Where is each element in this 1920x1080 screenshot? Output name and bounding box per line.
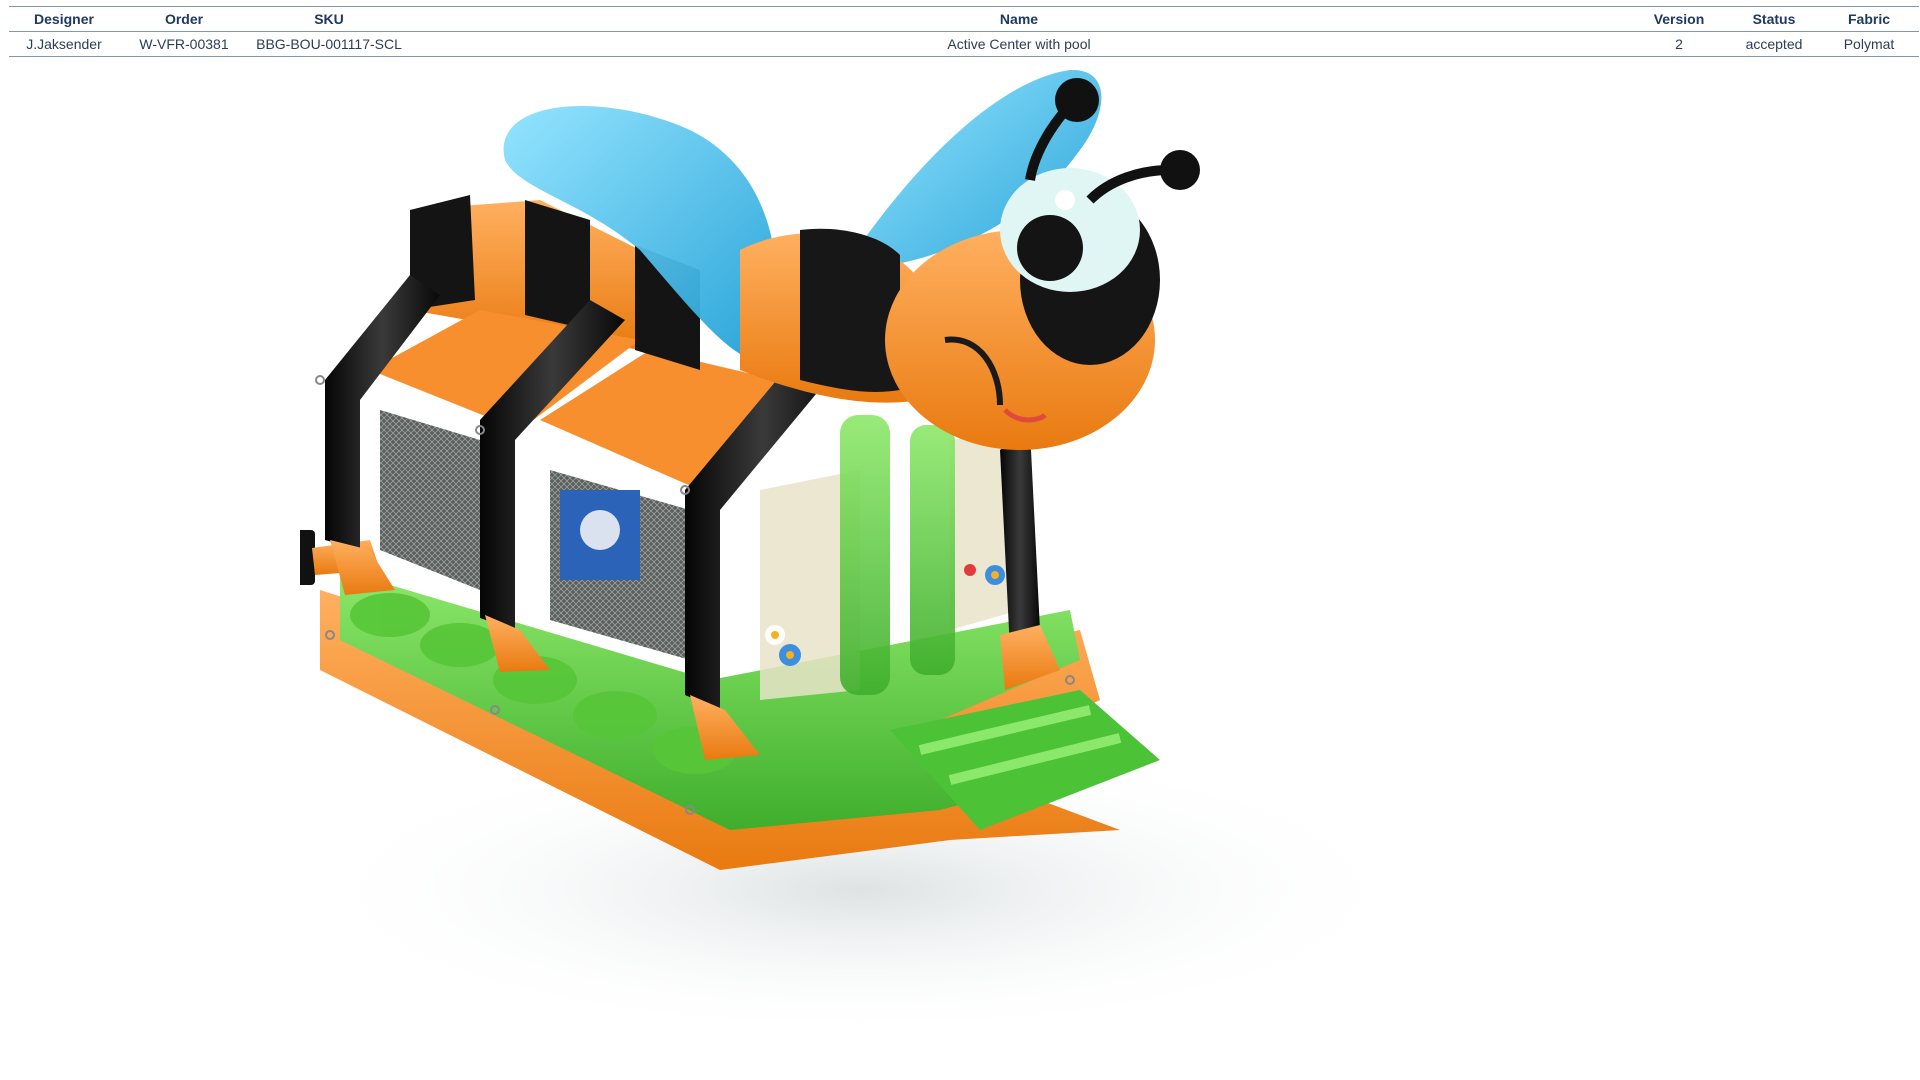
- header-designer: Designer: [9, 6, 119, 32]
- bee-antenna-2-tip: [1160, 150, 1200, 190]
- product-render-image: [300, 70, 1520, 1070]
- cell-version: 2: [1629, 31, 1729, 57]
- cell-designer: J.Jaksender: [9, 31, 119, 57]
- cell-sku: BBG-BOU-001117-SCL: [249, 31, 409, 57]
- green-column-1: [840, 415, 890, 695]
- cell-name: Active Center with pool: [409, 31, 1629, 57]
- arch-tube-4: [1000, 430, 1040, 650]
- mesh-wall-left: [380, 410, 480, 590]
- blower-box: [300, 530, 315, 585]
- spec-table: Designer Order SKU Name Version Status F…: [9, 6, 1919, 57]
- header-status: Status: [1729, 6, 1819, 32]
- header-fabric: Fabric: [1819, 6, 1919, 32]
- table-row: J.Jaksender W-VFR-00381 BBG-BOU-001117-S…: [9, 31, 1919, 57]
- cell-fabric: Polymat: [1819, 31, 1919, 57]
- bee-thorax-stripe: [800, 228, 900, 392]
- product-sheet: Designer Order SKU Name Version Status F…: [0, 0, 1920, 1080]
- header-name: Name: [409, 6, 1629, 32]
- cell-order: W-VFR-00381: [119, 31, 249, 57]
- header-sku: SKU: [249, 6, 409, 32]
- bee-bouncer-illustration: [300, 70, 1420, 1040]
- header-order: Order: [119, 6, 249, 32]
- spec-table-header-row: Designer Order SKU Name Version Status F…: [9, 6, 1919, 32]
- inner-obstacle-hole: [580, 510, 620, 550]
- roof-stripe-2: [525, 200, 590, 330]
- bee-eye-pupil: [1017, 215, 1083, 281]
- bee-antenna-1-tip: [1055, 78, 1099, 122]
- cell-status: accepted: [1729, 31, 1819, 57]
- bee-eye-highlight: [1055, 190, 1075, 210]
- green-column-2: [910, 425, 955, 675]
- bee-antenna-2: [1086, 165, 1171, 204]
- header-version: Version: [1629, 6, 1729, 32]
